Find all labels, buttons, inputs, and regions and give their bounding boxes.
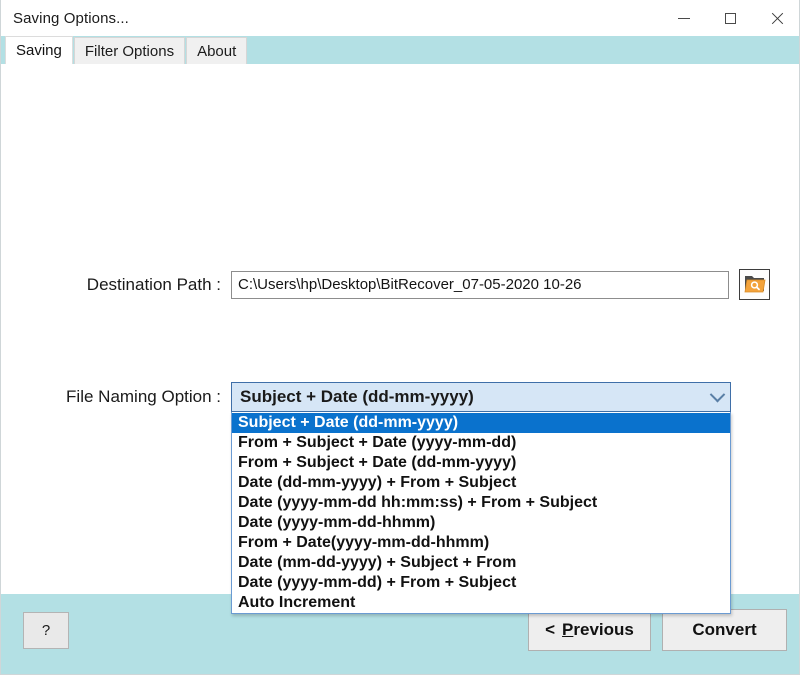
tab-about[interactable]: About (186, 37, 248, 64)
file-naming-option-item[interactable]: From + Subject + Date (dd-mm-yyyy) (232, 453, 730, 473)
tab-filter-options[interactable]: Filter Options (73, 37, 186, 64)
file-naming-option-item[interactable]: Date (yyyy-mm-dd hh:mm:ss) + From + Subj… (232, 493, 730, 513)
help-button[interactable]: ? (23, 612, 69, 649)
file-naming-combobox[interactable]: Subject + Date (dd-mm-yyyy) (231, 382, 731, 412)
close-icon (770, 12, 783, 25)
file-naming-option-item[interactable]: Date (mm-dd-yyyy) + Subject + From (232, 553, 730, 573)
tab-strip: Saving Filter Options About (1, 36, 799, 64)
previous-button[interactable]: < Previous (528, 609, 651, 651)
destination-path-label: Destination Path : (86, 274, 221, 294)
convert-button[interactable]: Convert (662, 609, 787, 651)
folder-search-icon (744, 273, 766, 297)
destination-path-row: Destination Path : (1, 269, 791, 300)
file-naming-selected-value: Subject + Date (dd-mm-yyyy) (240, 387, 474, 406)
previous-prefix: < (545, 620, 556, 639)
saving-panel: Destination Path : File Naming Option : (1, 64, 799, 614)
saving-options-window: Saving Options... Saving Filter Options … (0, 0, 800, 675)
chevron-down-icon[interactable] (704, 386, 730, 403)
tab-filter-options-label: Filter Options (84, 42, 175, 60)
tab-saving[interactable]: Saving (5, 36, 73, 64)
file-naming-option-item[interactable]: Date (yyyy-mm-dd-hhmm) (232, 513, 730, 533)
file-naming-option-item[interactable]: Date (dd-mm-yyyy) + From + Subject (232, 473, 730, 493)
window-controls (661, 0, 799, 36)
tab-about-label: About (197, 42, 237, 60)
file-naming-combo-wrapper: Subject + Date (dd-mm-yyyy) Subject + Da… (231, 382, 731, 614)
previous-label: Previous (562, 620, 634, 640)
file-naming-option-item[interactable]: Auto Increment (232, 593, 730, 613)
minimize-icon (678, 17, 690, 19)
file-naming-dropdown-list[interactable]: Subject + Date (dd-mm-yyyy) From + Subjec… (231, 412, 731, 614)
minimize-button[interactable] (661, 0, 707, 36)
file-naming-option-row: File Naming Option : Subject + Date (dd-… (1, 382, 791, 614)
maximize-button[interactable] (707, 0, 753, 36)
file-naming-option-item[interactable]: Subject + Date (dd-mm-yyyy) (232, 413, 730, 433)
close-button[interactable] (753, 0, 799, 36)
maximize-icon (724, 12, 736, 24)
browse-folder-button[interactable] (739, 269, 770, 300)
file-naming-option-item[interactable]: From + Date(yyyy-mm-dd-hhmm) (232, 533, 730, 553)
title-bar: Saving Options... (1, 0, 799, 36)
destination-path-input[interactable] (231, 270, 729, 299)
tab-saving-label: Saving (16, 42, 62, 59)
window-title: Saving Options... (13, 9, 129, 27)
file-naming-option-label: File Naming Option : (66, 387, 221, 406)
previous-rest: revious (573, 620, 634, 639)
file-naming-option-item[interactable]: Date (yyyy-mm-dd) + From + Subject (232, 573, 730, 593)
file-naming-option-item[interactable]: From + Subject + Date (yyyy-mm-dd) (232, 433, 730, 453)
previous-accel: P (562, 620, 574, 639)
